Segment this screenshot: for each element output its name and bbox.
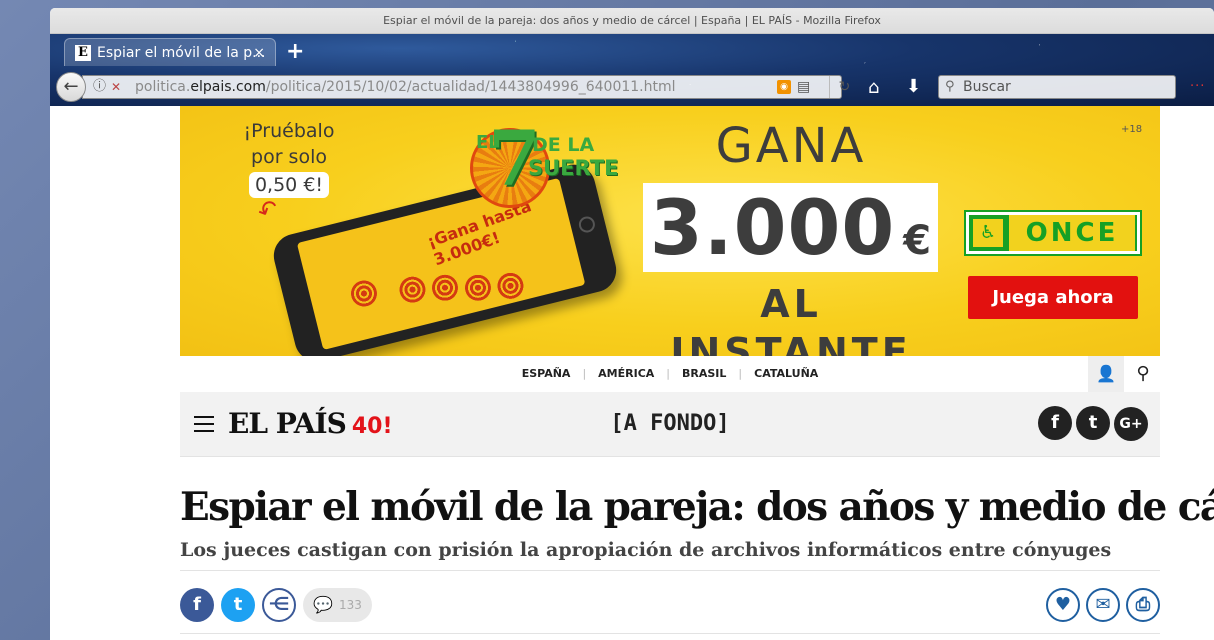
once-figure-icon: ♿ <box>973 219 1003 247</box>
email-icon[interactable]: ✉ <box>1086 588 1120 622</box>
social-links: f t G+ <box>1034 406 1148 441</box>
rss-icon[interactable]: ◉ <box>777 80 791 94</box>
juega-ahora-button[interactable]: Juega ahora <box>968 276 1138 319</box>
comment-bubble-icon: 💬 <box>313 595 333 614</box>
edition-link[interactable]: AMÉRICA <box>598 367 654 380</box>
favorite-heart-icon[interactable]: ♥ <box>1046 588 1080 622</box>
site-search-icon[interactable]: ⚲ <box>1130 358 1156 390</box>
ad-instante: AL INSTANTE <box>670 282 912 356</box>
article-headline: Espiar el móvil de la pareja: dos años y… <box>180 484 1214 530</box>
once-ad-banner[interactable]: ¡Pruébalo por solo 0,50 €! ↶ ¡Gana hasta… <box>180 106 1160 356</box>
section-title[interactable]: [A FONDO] <box>560 402 780 446</box>
insecure-lock-icon[interactable]: ✕ <box>111 76 121 98</box>
editions-nav: ESPAÑA | AMÉRICA | BRASIL | CATALUÑA <box>521 367 819 380</box>
download-icon[interactable]: ⬇ <box>906 76 921 97</box>
edition-link[interactable]: CATALUÑA <box>754 367 818 380</box>
edition-link[interactable]: ESPAÑA <box>522 367 571 380</box>
share-icon[interactable]: ⋲ <box>262 588 296 622</box>
comments-button[interactable]: 💬 133 <box>303 588 372 622</box>
search-input[interactable]: ⚲ Buscar <box>938 75 1176 99</box>
back-button[interactable]: ← <box>56 72 86 102</box>
home-icon[interactable]: ⌂ <box>868 77 879 98</box>
tab-active[interactable]: E Espiar el móvil de la p... × <box>64 38 276 66</box>
ad-promo: ¡Pruébalo por solo 0,50 €! <box>243 120 335 198</box>
print-icon[interactable]: ⎙ <box>1126 588 1160 622</box>
page-content: ¡Pruébalo por solo 0,50 €! ↶ ¡Gana hasta… <box>50 106 1214 640</box>
ad-gana: GANA <box>715 118 867 174</box>
twitter-share-button[interactable]: t <box>221 588 255 622</box>
twitter-icon[interactable]: t <box>1076 406 1110 440</box>
ad-arrow-icon: ↶ <box>253 193 284 227</box>
article-subheadline: Los jueces castigan con prisión la aprop… <box>180 536 1160 571</box>
elpais-favicon-icon: E <box>75 45 91 61</box>
edition-link[interactable]: BRASIL <box>682 367 726 380</box>
window-title: Espiar el móvil de la pareja: dos años y… <box>50 8 1214 34</box>
browser-window: Espiar el móvil de la pareja: dos años y… <box>50 8 1214 640</box>
masthead: EL PAÍS 40! [A FONDO] f t G+ <box>180 392 1160 457</box>
reload-icon[interactable]: ↻ <box>829 76 859 98</box>
hamburger-menu-icon[interactable] <box>194 416 214 432</box>
close-tab-icon[interactable]: × <box>253 39 265 67</box>
info-icon[interactable]: ⓘ <box>93 76 106 98</box>
new-tab-button[interactable]: + <box>286 38 304 66</box>
navigation-toolbar: ⓘ ✕ politica.elpais.com/politica/2015/10… <box>50 70 1214 104</box>
tab-label: Espiar el móvil de la p... <box>97 45 266 61</box>
url-text[interactable]: politica.elpais.com/politica/2015/10/02/… <box>135 76 676 98</box>
browser-chrome: E Espiar el móvil de la p... × + ⓘ ✕ pol… <box>50 34 1214 106</box>
ad-amount-box: 3.000 € <box>643 183 938 272</box>
url-bar[interactable]: ⓘ ✕ politica.elpais.com/politica/2015/10… <box>82 75 850 99</box>
search-icon: ⚲ <box>945 79 955 94</box>
reader-view-icon[interactable]: ▤ <box>797 76 810 98</box>
el-7-de-la-suerte-logo: EL 7 DE LA SUERTE <box>470 114 618 210</box>
elpais-logo[interactable]: EL PAÍS 40! <box>228 402 393 449</box>
once-logo: ♿ ONCE <box>964 210 1142 256</box>
menu-icon[interactable]: ··· <box>1190 79 1205 94</box>
ad-age-limit: +18 <box>1121 124 1143 135</box>
share-toolbar: f t ⋲ 💬 133 ♥ ✉ ⎙ <box>180 580 1160 634</box>
user-account-icon[interactable]: 👤 <box>1088 356 1124 392</box>
facebook-icon[interactable]: f <box>1038 406 1072 440</box>
google-plus-icon[interactable]: G+ <box>1114 407 1148 441</box>
facebook-share-button[interactable]: f <box>180 588 214 622</box>
